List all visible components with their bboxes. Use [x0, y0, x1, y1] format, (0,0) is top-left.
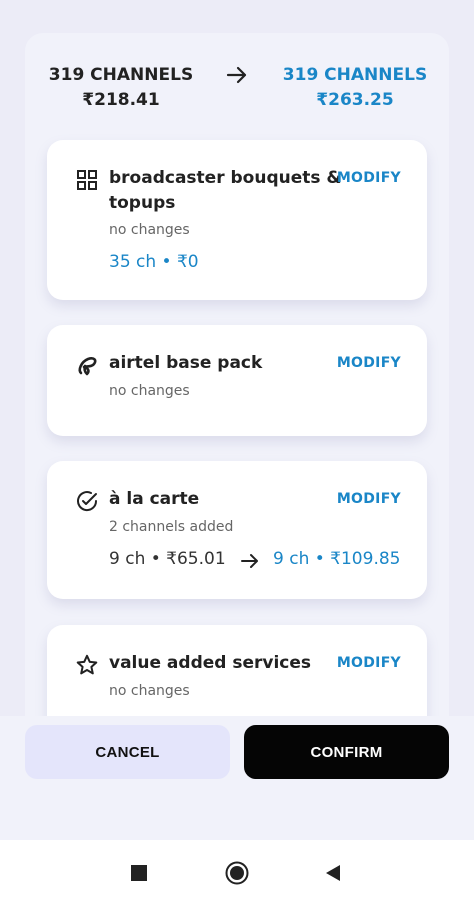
new-plan-summary: 319 CHANNELS ₹263.25	[275, 63, 435, 113]
cancel-button[interactable]: CANCEL	[25, 725, 230, 779]
card-status: no changes	[109, 383, 190, 399]
old-price: 9 ch • ₹65.01	[109, 549, 226, 569]
card-title: value added services	[109, 653, 312, 673]
card-status: no changes	[109, 683, 190, 699]
star-icon	[76, 654, 98, 675]
current-plan-summary: 319 CHANNELS ₹218.41	[41, 63, 201, 113]
home-circle-icon[interactable]	[224, 860, 250, 886]
current-channels: 319 CHANNELS	[48, 65, 194, 85]
current-price: ₹218.41	[82, 90, 160, 110]
plan-summary-sheet: 319 CHANNELS ₹218.41 319 CHANNELS ₹263.2…	[25, 33, 449, 773]
confirm-button[interactable]: CONFIRM	[244, 725, 449, 779]
action-bar: CANCEL CONFIRM	[0, 716, 474, 840]
modify-button[interactable]: MODIFY	[337, 355, 401, 371]
modify-button[interactable]: MODIFY	[337, 170, 401, 186]
card-airtel-base-pack: airtel base pack MODIFY no changes	[47, 325, 427, 436]
grid-icon	[77, 170, 97, 190]
plan-summary-header: 319 CHANNELS ₹218.41 319 CHANNELS ₹263.2…	[25, 33, 449, 133]
modify-button[interactable]: MODIFY	[337, 491, 401, 507]
new-price: ₹263.25	[316, 90, 394, 110]
card-status: 2 channels added	[109, 519, 234, 535]
modify-button[interactable]: MODIFY	[337, 655, 401, 671]
card-a-la-carte: à la carte MODIFY 2 channels added 9 ch …	[47, 461, 427, 599]
card-title: broadcaster bouquets & topups	[109, 166, 341, 216]
airtel-logo-icon	[78, 357, 97, 376]
card-title-line: topups	[109, 193, 176, 213]
card-broadcaster-bouquets: broadcaster bouquets & topups MODIFY no …	[47, 140, 427, 300]
new-price: 9 ch • ₹109.85	[273, 549, 401, 569]
system-navigation-bar	[0, 840, 474, 903]
card-title: airtel base pack	[109, 353, 263, 373]
back-triangle-icon[interactable]	[320, 860, 346, 886]
arrow-right-icon	[226, 66, 247, 84]
card-title-line: broadcaster bouquets &	[109, 168, 342, 188]
new-channels: 319 CHANNELS	[282, 65, 428, 85]
card-price: 35 ch • ₹0	[109, 252, 199, 272]
arrow-right-icon	[241, 554, 258, 568]
check-circle-icon	[77, 491, 98, 512]
card-status: no changes	[109, 222, 190, 238]
recents-square-icon[interactable]	[126, 860, 152, 886]
card-title: à la carte	[109, 489, 200, 509]
